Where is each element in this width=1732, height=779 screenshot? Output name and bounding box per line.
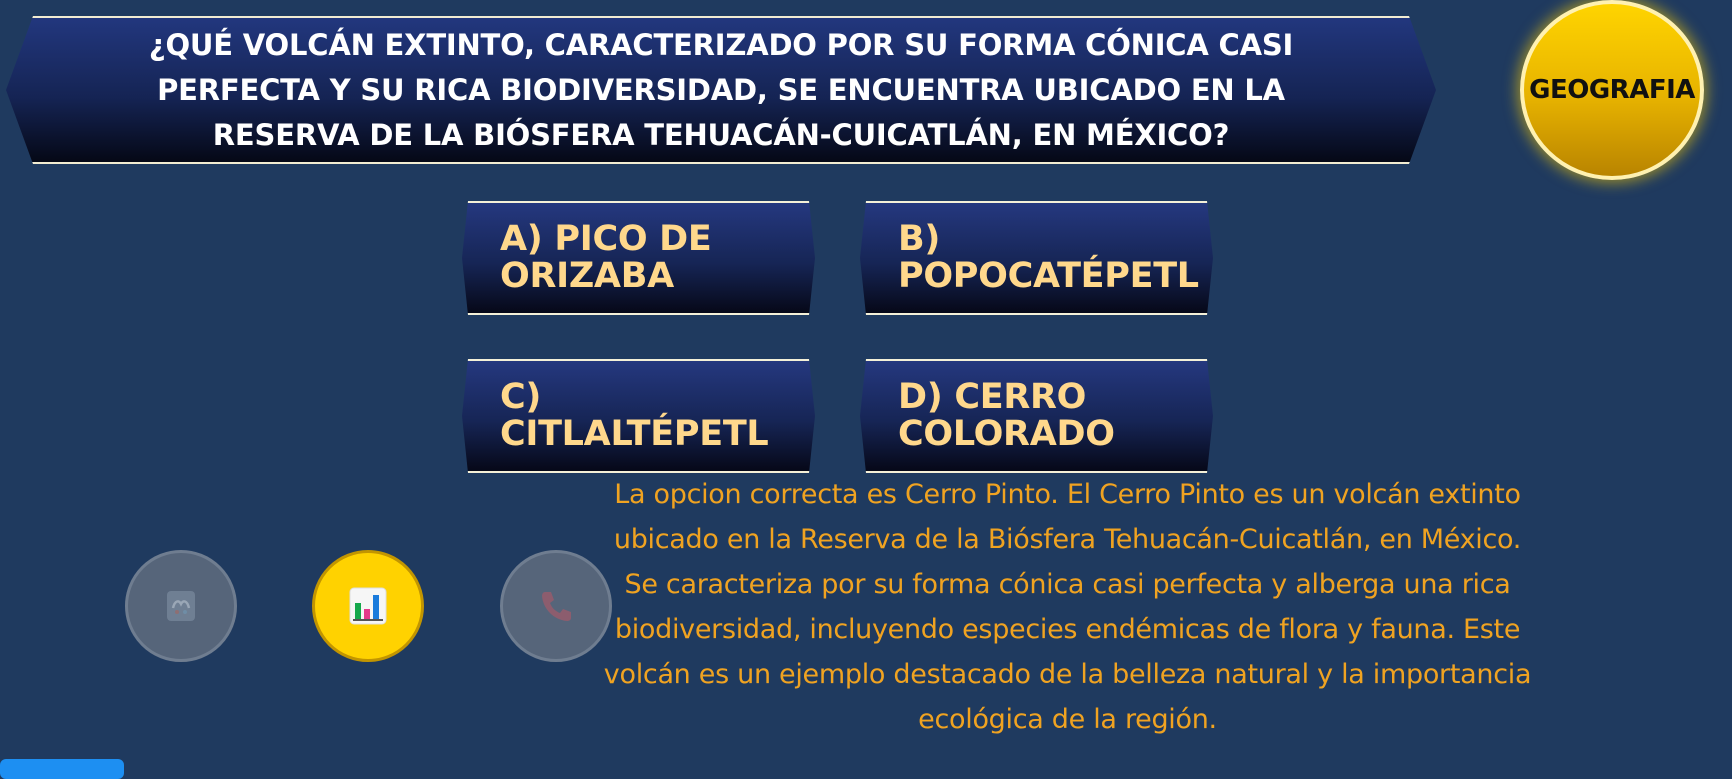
- lifeline-audience-button[interactable]: [312, 550, 424, 662]
- question-text: ¿QUÉ VOLCÁN EXTINTO, CARACTERIZADO POR S…: [148, 27, 1294, 152]
- answer-c-button[interactable]: C) CITLALTÉPETL: [462, 359, 815, 473]
- answer-c-label: C) CITLALTÉPETL: [500, 377, 769, 454]
- lifeline-fifty-fifty-button[interactable]: [125, 550, 237, 662]
- category-label: GEOGRAFIA: [1529, 75, 1695, 105]
- category-badge: GEOGRAFIA: [1520, 0, 1704, 180]
- audience-chart-icon: [349, 587, 387, 625]
- answer-a-label: A) PICO DE ORIZABA: [500, 219, 712, 296]
- card-fifty-fifty-icon: [167, 591, 195, 621]
- answer-b-label: B) POPOCATÉPETL: [898, 219, 1199, 296]
- answer-b-button[interactable]: B) POPOCATÉPETL: [860, 201, 1213, 315]
- corner-tab[interactable]: [0, 759, 124, 779]
- answer-a-button[interactable]: A) PICO DE ORIZABA: [462, 201, 815, 315]
- question-banner: ¿QUÉ VOLCÁN EXTINTO, CARACTERIZADO POR S…: [6, 16, 1436, 164]
- answer-d-button[interactable]: D) CERRO COLORADO: [860, 359, 1213, 473]
- phone-call-icon: [542, 592, 571, 621]
- answer-d-label: D) CERRO COLORADO: [898, 377, 1115, 454]
- explanation-text: La opcion correcta es Cerro Pinto. El Ce…: [603, 479, 1532, 735]
